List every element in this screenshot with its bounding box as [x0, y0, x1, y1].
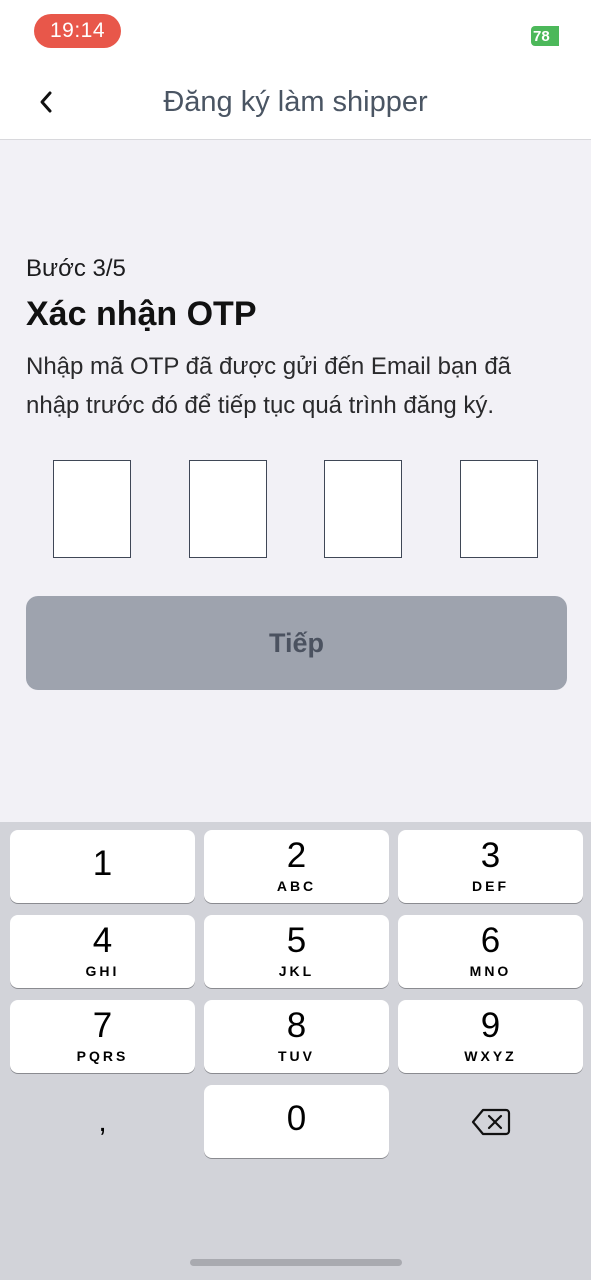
key-5[interactable]: 5 JKL — [204, 915, 389, 988]
key-3[interactable]: 3 DEF — [398, 830, 583, 903]
backspace-icon — [471, 1108, 510, 1135]
numeric-keypad: 1 2 ABC 3 DEF 4 GHI 5 JKL 6 MNO 7 PQRS 8… — [0, 822, 591, 1280]
delete-key[interactable] — [398, 1085, 583, 1158]
otp-input-4[interactable] — [460, 460, 538, 558]
key-0[interactable]: 0 — [204, 1085, 389, 1158]
key-letters: DEF — [472, 878, 509, 894]
key-2[interactable]: 2 ABC — [204, 830, 389, 903]
key-digit: 6 — [480, 921, 501, 960]
status-bar: 19:14 78 — [0, 0, 591, 64]
key-1[interactable]: 1 — [10, 830, 195, 903]
battery-indicator: 78 — [531, 26, 559, 46]
key-9[interactable]: 9 WXYZ — [398, 1000, 583, 1073]
otp-input-2[interactable] — [189, 460, 267, 558]
key-letters: PQRS — [76, 1048, 129, 1064]
key-letters: TUV — [278, 1048, 315, 1064]
key-8[interactable]: 8 TUV — [204, 1000, 389, 1073]
key-digit: 2 — [286, 836, 307, 875]
status-time: 19:14 — [34, 14, 121, 48]
key-letters: JKL — [278, 963, 315, 979]
otp-input-1[interactable] — [53, 460, 131, 558]
page-title: Đăng ký làm shipper — [163, 86, 428, 118]
key-4[interactable]: 4 GHI — [10, 915, 195, 988]
key-digit: 5 — [286, 921, 307, 960]
key-digit: 9 — [480, 1006, 501, 1045]
key-letters: ABC — [276, 878, 317, 894]
main-content: Bước 3/5 Xác nhận OTP Nhập mã OTP đã đượ… — [0, 141, 591, 822]
key-comma[interactable]: , — [10, 1085, 195, 1158]
home-indicator[interactable] — [190, 1259, 402, 1266]
key-letters: GHI — [85, 963, 120, 979]
key-digit: 0 — [286, 1099, 307, 1138]
otp-input-3[interactable] — [324, 460, 402, 558]
section-heading: Xác nhận OTP — [26, 295, 257, 333]
key-digit: 3 — [480, 836, 501, 875]
key-digit: 7 — [92, 1006, 113, 1045]
key-letters: MNO — [469, 963, 512, 979]
key-7[interactable]: 7 PQRS — [10, 1000, 195, 1073]
key-digit: 1 — [92, 844, 113, 883]
nav-bar: Đăng ký làm shipper — [0, 64, 591, 140]
key-letters: WXYZ — [464, 1048, 517, 1064]
key-digit: 4 — [92, 921, 113, 960]
key-digit: 8 — [286, 1006, 307, 1045]
key-6[interactable]: 6 MNO — [398, 915, 583, 988]
next-button[interactable]: Tiếp — [26, 596, 567, 690]
instruction-text: Nhập mã OTP đã được gửi đến Email bạn đã… — [26, 353, 512, 419]
step-indicator: Bước 3/5 — [26, 255, 126, 282]
